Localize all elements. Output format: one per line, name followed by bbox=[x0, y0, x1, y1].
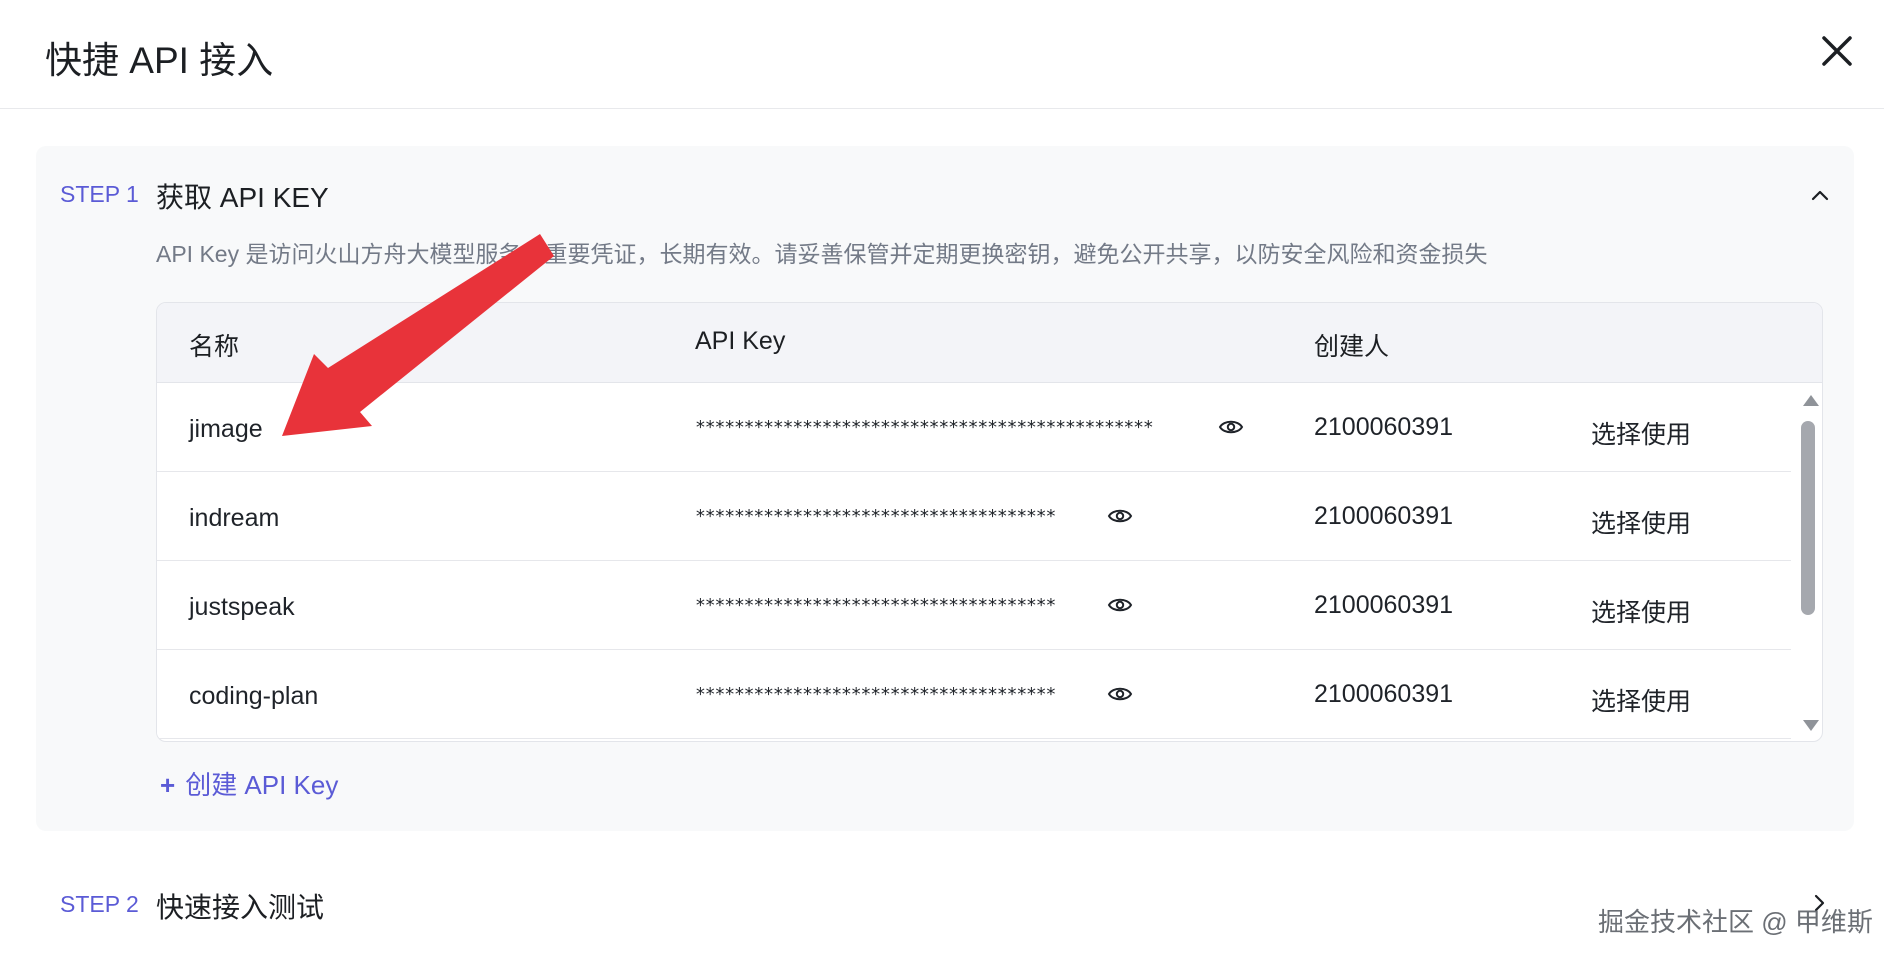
step1-label: STEP 1 bbox=[60, 181, 139, 207]
table-row: justspeak ******************************… bbox=[157, 561, 1791, 650]
row-name: jimage bbox=[189, 415, 263, 443]
plus-icon: + bbox=[160, 770, 176, 800]
row-name: indream bbox=[189, 504, 280, 532]
header-name: 名称 bbox=[189, 333, 240, 361]
table-row: jimage *********************************… bbox=[157, 383, 1791, 472]
step2-label: STEP 2 bbox=[60, 891, 139, 917]
row-api-key: ************************************* bbox=[695, 506, 1056, 527]
step1-title: 获取 API KEY bbox=[156, 182, 329, 213]
row-api-key: ****************************************… bbox=[695, 417, 1154, 438]
table-row: coding-plan ****************************… bbox=[157, 650, 1791, 739]
step1-description: API Key 是访问火山方舟大模型服务的重要凭证，长期有效。请妥善保管并定期更… bbox=[156, 241, 1488, 267]
header-creator: 创建人 bbox=[1314, 333, 1390, 361]
row-name: justspeak bbox=[189, 593, 295, 621]
dialog-title: 快捷 API 接入 bbox=[45, 40, 274, 81]
scroll-down-icon[interactable] bbox=[1802, 719, 1820, 733]
row-name: coding-plan bbox=[189, 682, 319, 710]
api-key-table: 名称 API Key 创建人 jimage ******************… bbox=[156, 302, 1823, 742]
select-use-button[interactable]: 选择使用 bbox=[1591, 593, 1691, 629]
scroll-up-icon[interactable] bbox=[1802, 393, 1820, 407]
select-use-button[interactable]: 选择使用 bbox=[1591, 504, 1691, 540]
row-api-key: ************************************* bbox=[695, 595, 1056, 616]
step2-title[interactable]: 快速接入测试 bbox=[156, 886, 324, 926]
chevron-up-icon[interactable] bbox=[1808, 184, 1832, 208]
select-use-button[interactable]: 选择使用 bbox=[1591, 415, 1691, 451]
select-use-button[interactable]: 选择使用 bbox=[1591, 682, 1691, 718]
row-creator: 2100060391 bbox=[1314, 502, 1454, 530]
row-creator: 2100060391 bbox=[1314, 591, 1454, 619]
scrollbar-thumb[interactable] bbox=[1801, 421, 1815, 615]
dialog-header: 快捷 API 接入 bbox=[0, 0, 1884, 109]
eye-icon[interactable] bbox=[1107, 506, 1133, 526]
create-api-key-button[interactable]: + 创建 API Key bbox=[160, 765, 338, 802]
create-api-key-label: 创建 API Key bbox=[185, 770, 339, 800]
close-icon[interactable] bbox=[1818, 32, 1856, 70]
table-header: 名称 API Key 创建人 bbox=[157, 303, 1822, 383]
watermark: 掘金技术社区 @ 甲维斯 bbox=[1598, 907, 1873, 937]
eye-icon[interactable] bbox=[1107, 595, 1133, 615]
eye-icon[interactable] bbox=[1107, 684, 1133, 704]
table-row: indream ********************************… bbox=[157, 472, 1791, 561]
row-creator: 2100060391 bbox=[1314, 413, 1454, 441]
row-creator: 2100060391 bbox=[1314, 680, 1454, 708]
row-api-key: ************************************* bbox=[695, 684, 1056, 705]
header-api-key: API Key bbox=[695, 327, 786, 355]
eye-icon[interactable] bbox=[1218, 417, 1244, 437]
